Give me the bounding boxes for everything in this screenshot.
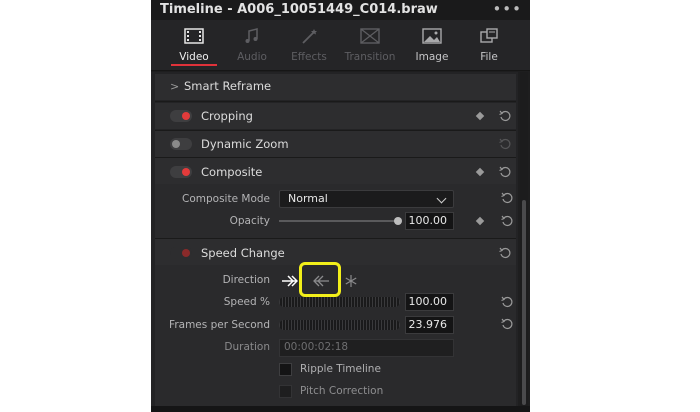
speed-percent-label: Speed %	[223, 296, 270, 308]
section-title: Smart Reframe	[184, 79, 272, 93]
section-title: Speed Change	[201, 246, 285, 260]
opacity-slider-handle[interactable]	[394, 217, 402, 225]
tab-label: Image	[415, 51, 449, 63]
opacity-label: Opacity	[229, 215, 270, 227]
freeze-frame-icon[interactable]	[345, 275, 357, 287]
ripple-timeline-label: Ripple Timeline	[300, 363, 381, 375]
chevron-right-icon[interactable]: >	[170, 80, 179, 93]
dynamic-zoom-header[interactable]: Dynamic Zoom	[155, 131, 516, 157]
ripple-timeline-checkbox[interactable]	[279, 363, 292, 376]
window-title: Timeline - A006_10051449_C014.braw	[160, 2, 438, 17]
smart-reframe-header[interactable]: > Smart Reframe	[155, 74, 516, 100]
duration-value: 00:00:02:18	[284, 341, 349, 353]
reset-icon[interactable]	[499, 247, 511, 259]
reset-icon[interactable]	[501, 215, 513, 227]
music-note-icon	[245, 28, 258, 43]
inspector-tabs: Video Audio Effects Transition Image Fil…	[151, 20, 530, 71]
pitch-correction-checkbox[interactable]	[279, 385, 292, 398]
more-dots-icon[interactable]: •••	[492, 0, 522, 18]
cropping-toggle[interactable]	[170, 110, 192, 122]
divider	[155, 101, 516, 102]
tab-audio[interactable]: Audio	[223, 20, 281, 70]
duration-input[interactable]: 00:00:02:18	[279, 339, 454, 357]
reset-icon[interactable]	[499, 138, 511, 150]
dynamic-zoom-toggle[interactable]	[170, 138, 192, 150]
tab-transition[interactable]: Transition	[341, 20, 399, 70]
highlight-box	[299, 262, 341, 297]
tab-label: Audio	[237, 51, 267, 63]
tab-label: File	[480, 51, 498, 63]
direction-label: Direction	[222, 274, 270, 286]
scrollbar-thumb[interactable]	[522, 200, 526, 405]
composite-header[interactable]: Composite	[155, 158, 516, 184]
composite-mode-label: Composite Mode	[182, 193, 270, 205]
reset-icon[interactable]	[499, 166, 511, 178]
speed-percent-input[interactable]: 100.00	[405, 293, 454, 311]
reset-icon[interactable]	[501, 296, 513, 308]
tab-label: Transition	[344, 51, 396, 63]
reset-icon[interactable]	[501, 318, 513, 330]
composite-mode-select[interactable]: Normal	[279, 190, 454, 208]
section-title: Composite	[201, 165, 263, 179]
file-icon	[480, 28, 498, 43]
tab-label: Effects	[291, 51, 327, 63]
keyframe-diamond-icon[interactable]	[475, 111, 485, 121]
frames-per-second-value: 23.976	[408, 318, 448, 331]
magic-wand-icon	[302, 29, 317, 44]
duration-label: Duration	[224, 341, 270, 353]
tab-image[interactable]: Image	[403, 20, 461, 70]
frames-per-second-label: Frames per Second	[169, 319, 270, 331]
frames-per-second-input[interactable]: 23.976	[405, 316, 454, 334]
speed-percent-slider[interactable]	[279, 297, 400, 307]
section-title: Dynamic Zoom	[201, 137, 289, 151]
section-title: Cropping	[201, 109, 253, 123]
title-bar: Timeline - A006_10051449_C014.braw •••	[151, 0, 530, 20]
speed-change-toggle[interactable]	[170, 247, 192, 259]
composite-mode-value: Normal	[288, 192, 328, 205]
inspector-panel: Timeline - A006_10051449_C014.braw ••• V…	[151, 0, 530, 412]
tab-video[interactable]: Video	[165, 20, 223, 70]
reset-icon[interactable]	[499, 110, 511, 122]
chevron-down-icon	[436, 193, 447, 204]
cropping-header[interactable]: Cropping	[155, 103, 516, 129]
opacity-input[interactable]: 100.00	[405, 212, 454, 230]
speed-percent-value: 100.00	[408, 295, 448, 308]
transition-icon	[360, 28, 380, 44]
composite-toggle[interactable]	[170, 166, 192, 178]
reset-icon[interactable]	[501, 192, 513, 204]
opacity-value: 100.00	[408, 214, 448, 227]
panel-bottom-edge	[151, 406, 530, 412]
tab-active-underline	[171, 64, 217, 66]
tab-file[interactable]: File	[460, 20, 518, 70]
opacity-slider[interactable]	[279, 220, 397, 222]
tab-effects[interactable]: Effects	[280, 20, 338, 70]
forward-arrow-icon[interactable]	[282, 275, 298, 287]
pitch-correction-label: Pitch Correction	[300, 385, 384, 397]
film-icon	[184, 28, 204, 44]
image-icon	[422, 28, 442, 44]
keyframe-diamond-icon[interactable]	[475, 167, 485, 177]
tab-label: Video	[179, 51, 209, 63]
frames-per-second-slider[interactable]	[279, 320, 400, 330]
